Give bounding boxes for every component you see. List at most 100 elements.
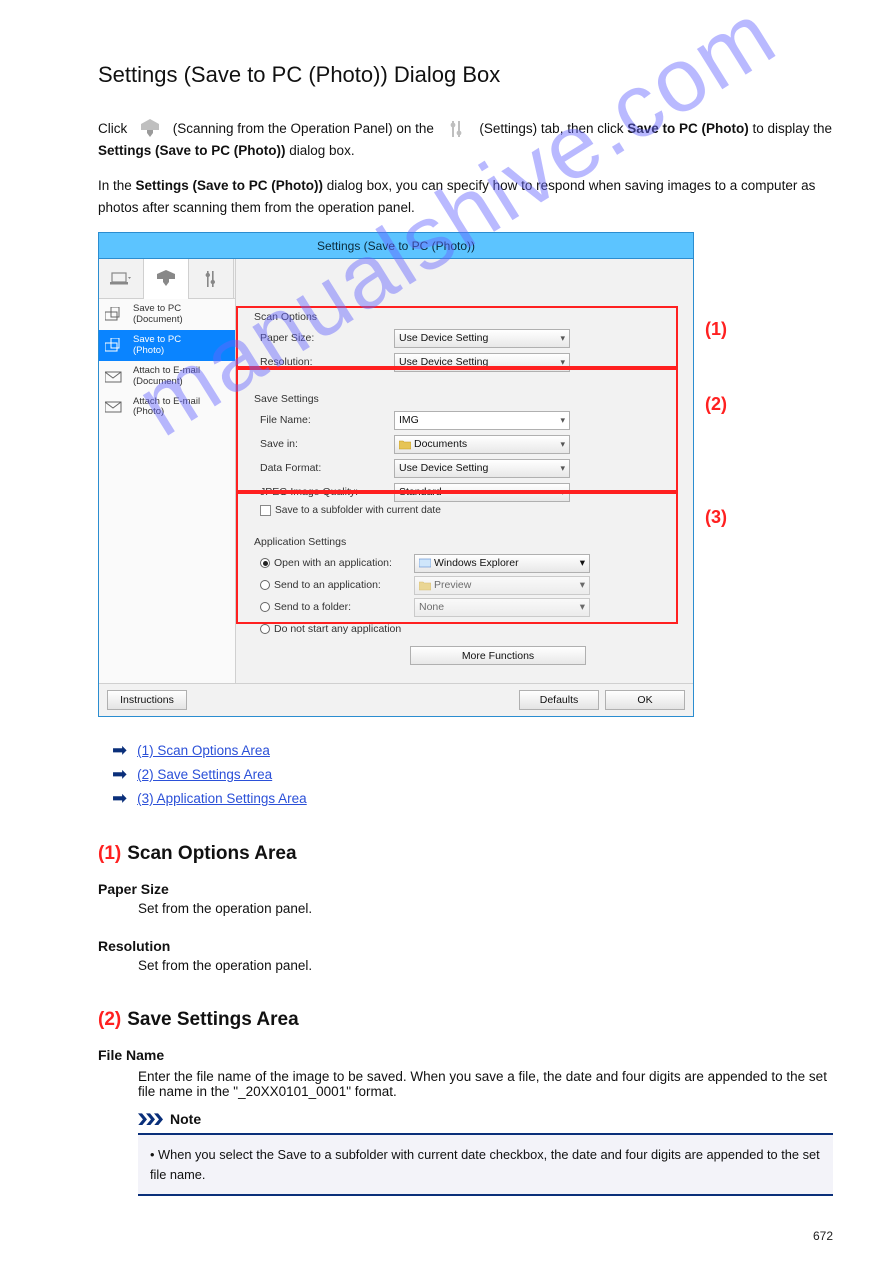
link-row: ➡ (3) Application Settings Area [112,789,833,807]
combobox-value: IMG [399,414,419,426]
dropdown-value: None [419,601,444,613]
dialog-sidebar: Save to PC(Document) Save to PC(Photo) A… [99,259,236,683]
file-name-combobox[interactable]: IMG ▾ [394,411,570,430]
anchor-save-settings[interactable]: (2) Save Settings Area [137,767,272,782]
panel-title: Application Settings [254,536,675,548]
section-title: Save Settings Area [127,1009,298,1030]
arrow-right-icon: ➡ [112,765,127,783]
arrow-right-icon: ➡ [112,789,127,807]
tools-icon [444,119,470,139]
intro-text: Click [98,121,131,136]
section-title: Scan Options Area [127,843,296,864]
sidebar-item-email-photo[interactable]: Attach to E-mail(Photo) [99,392,235,423]
triple-chevron-icon [138,1113,162,1125]
ok-button[interactable]: OK [605,690,685,710]
dropdown-value: Windows Explorer [434,557,519,569]
note-bullet: When you select the Save to a subfolder … [150,1145,821,1183]
page-number: 672 [813,1229,833,1243]
data-format-label: Data Format: [254,462,394,474]
radio-label: Open with an application: [274,557,414,569]
chevron-down-icon: ▾ [560,333,565,344]
term-resolution: Resolution [98,938,833,954]
send-to-folder-radio[interactable] [260,602,270,612]
panel-title: Save Settings [254,393,675,405]
section-lead-number: (2) [98,1009,121,1030]
sidebar-item-save-pc-photo[interactable]: Save to PC(Photo) [99,330,235,361]
section-scan-options: (1) Scan Options Area Paper Size Set from… [98,843,833,973]
instructions-button[interactable]: Instructions [107,690,187,710]
data-format-dropdown[interactable]: Use Device Setting ▾ [394,459,570,478]
sidebar-item-label: (Document) [133,377,200,387]
resolution-label: Resolution: [254,356,394,368]
term-desc: Set from the operation panel. [138,901,833,916]
callout-label-2: (2) [705,394,727,415]
explorer-icon [419,557,431,569]
do-not-start-radio[interactable] [260,624,270,634]
file-name-label: File Name: [254,414,394,426]
callout-label-1: (1) [705,319,727,340]
intro-text: to display the [749,121,832,136]
sidebar-item-label: (Photo) [133,346,181,356]
printer-icon [137,119,163,139]
intro-text: (Settings) tab, then click [476,121,628,136]
jpeg-quality-dropdown[interactable]: Standard▾ [394,483,570,502]
sidebar-item-email-document[interactable]: Attach to E-mail(Document) [99,361,235,392]
tab-computer[interactable] [99,259,144,299]
save-in-label: Save in: [254,438,394,450]
more-functions-button[interactable]: More Functions [410,646,586,665]
intro-strong: Save to PC (Photo) [627,121,749,136]
arrow-right-icon: ➡ [112,741,127,759]
nav-tabs [99,259,235,299]
chevron-down-icon: ▾ [560,415,565,426]
chevron-down-icon: ▾ [560,487,565,498]
radio-label: Do not start any application [274,623,401,635]
tab-panel-scan[interactable] [144,259,189,299]
dropdown-value: Use Device Setting [399,462,488,474]
sidebar-item-label: Attach to E-mail [133,366,200,376]
radio-label: Send to a folder: [274,601,414,613]
checkbox-label: Save to a subfolder with current date [275,505,441,516]
tab-settings[interactable] [189,259,234,299]
intro-strong: Settings (Save to PC (Photo)) [136,178,324,193]
chevron-down-icon: ▾ [560,463,565,474]
term-paper-size: Paper Size [98,881,833,897]
note-label: Note [170,1111,201,1127]
save-in-dropdown[interactable]: Documents ▾ [394,435,570,454]
intro-text: In the [98,178,136,193]
paper-size-dropdown[interactable]: Use Device Setting▾ [394,329,570,348]
note-block: When you select the Save to a subfolder … [138,1133,833,1195]
open-with-app-dropdown[interactable]: Windows Explorer▾ [414,554,590,573]
chevron-down-icon: ▾ [580,579,585,591]
sidebar-item-save-pc-document[interactable]: Save to PC(Document) [99,299,235,330]
term-desc: Set from the operation panel. [138,958,833,973]
intro-text: dialog box. [286,143,355,158]
dialog-titlebar: Settings (Save to PC (Photo)) [99,233,693,259]
resolution-dropdown[interactable]: Use Device Setting▾ [394,353,570,372]
section-lead-number: (1) [98,843,121,864]
panel-save-settings: Save Settings File Name: IMG ▾ Save in: D… [246,389,683,524]
folder-icon [399,438,411,450]
anchor-scan-options[interactable]: (1) Scan Options Area [137,743,270,758]
open-with-app-radio[interactable] [260,558,270,568]
send-to-folder-dropdown[interactable]: None ▾ [414,598,590,617]
send-to-app-radio[interactable] [260,580,270,590]
defaults-button[interactable]: Defaults [519,690,599,710]
dropdown-value: Documents [414,438,467,450]
subfolder-checkbox[interactable] [260,505,271,516]
chevron-down-icon: ▾ [560,439,565,450]
panel-title: Scan Options [254,311,675,323]
folder-icon [419,579,431,591]
link-row: ➡ (2) Save Settings Area [112,765,833,783]
note-heading-row: Note [138,1111,833,1127]
dropdown-value: Use Device Setting [399,356,488,368]
term-file-name: File Name [98,1047,833,1063]
send-to-app-dropdown[interactable]: Preview▾ [414,576,590,595]
intro-paragraph-2: In the Settings (Save to PC (Photo)) dia… [98,175,833,218]
sidebar-item-label: (Document) [133,315,183,325]
anchor-app-settings[interactable]: (3) Application Settings Area [137,791,307,806]
term-desc: Enter the file name of the image to be s… [138,1069,833,1099]
paper-size-label: Paper Size: [254,332,394,344]
link-list: ➡ (1) Scan Options Area ➡ (2) Save Setti… [98,741,833,807]
radio-label: Send to an application: [274,579,414,591]
chevron-down-icon: ▾ [580,601,585,613]
